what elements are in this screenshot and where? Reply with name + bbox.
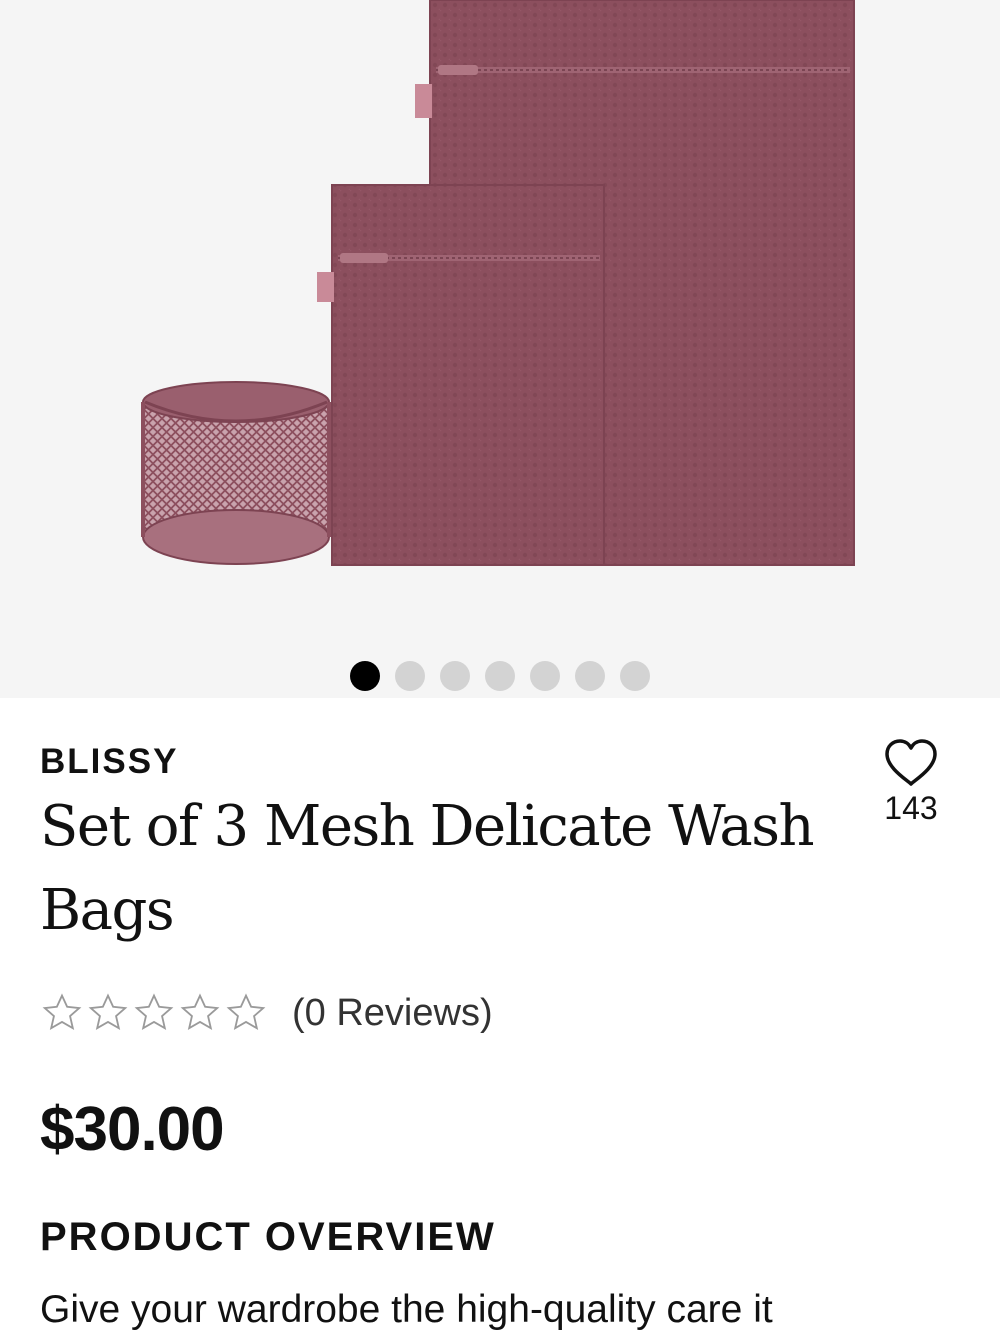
- star-icon: [224, 991, 268, 1035]
- product-title: Set of 3 Mesh Delicate Wash Bags: [40, 794, 815, 943]
- star-icon: [40, 991, 84, 1035]
- product-price: $30.00: [40, 1095, 225, 1164]
- star-icon: [178, 991, 222, 1035]
- gallery-dot[interactable]: [575, 661, 605, 691]
- reviews-link[interactable]: (0 Reviews): [292, 992, 493, 1035]
- gallery-dot[interactable]: [350, 661, 380, 691]
- gallery-dot[interactable]: [485, 661, 515, 691]
- gallery-dot[interactable]: [440, 661, 470, 691]
- brand-name[interactable]: BLISSY: [40, 742, 178, 782]
- medium-bag-shape: [331, 184, 605, 566]
- wishlist-count: 143: [884, 790, 938, 826]
- star-icon: [86, 991, 130, 1035]
- product-image-gallery[interactable]: [0, 0, 1000, 698]
- gallery-dot[interactable]: [620, 661, 650, 691]
- gallery-dot[interactable]: [530, 661, 560, 691]
- heart-icon: [876, 738, 946, 788]
- rating-row: (0 Reviews): [40, 990, 493, 1036]
- gallery-pagination: [0, 661, 1000, 693]
- star-rating[interactable]: [40, 991, 268, 1035]
- star-icon: [132, 991, 176, 1035]
- product-overview-heading: PRODUCT OVERVIEW: [40, 1215, 496, 1259]
- product-image[interactable]: [0, 0, 1000, 640]
- product-overview-text: Give your wardrobe the high-quality care…: [40, 1288, 773, 1331]
- wishlist-button[interactable]: 143: [876, 738, 946, 827]
- gallery-dot[interactable]: [395, 661, 425, 691]
